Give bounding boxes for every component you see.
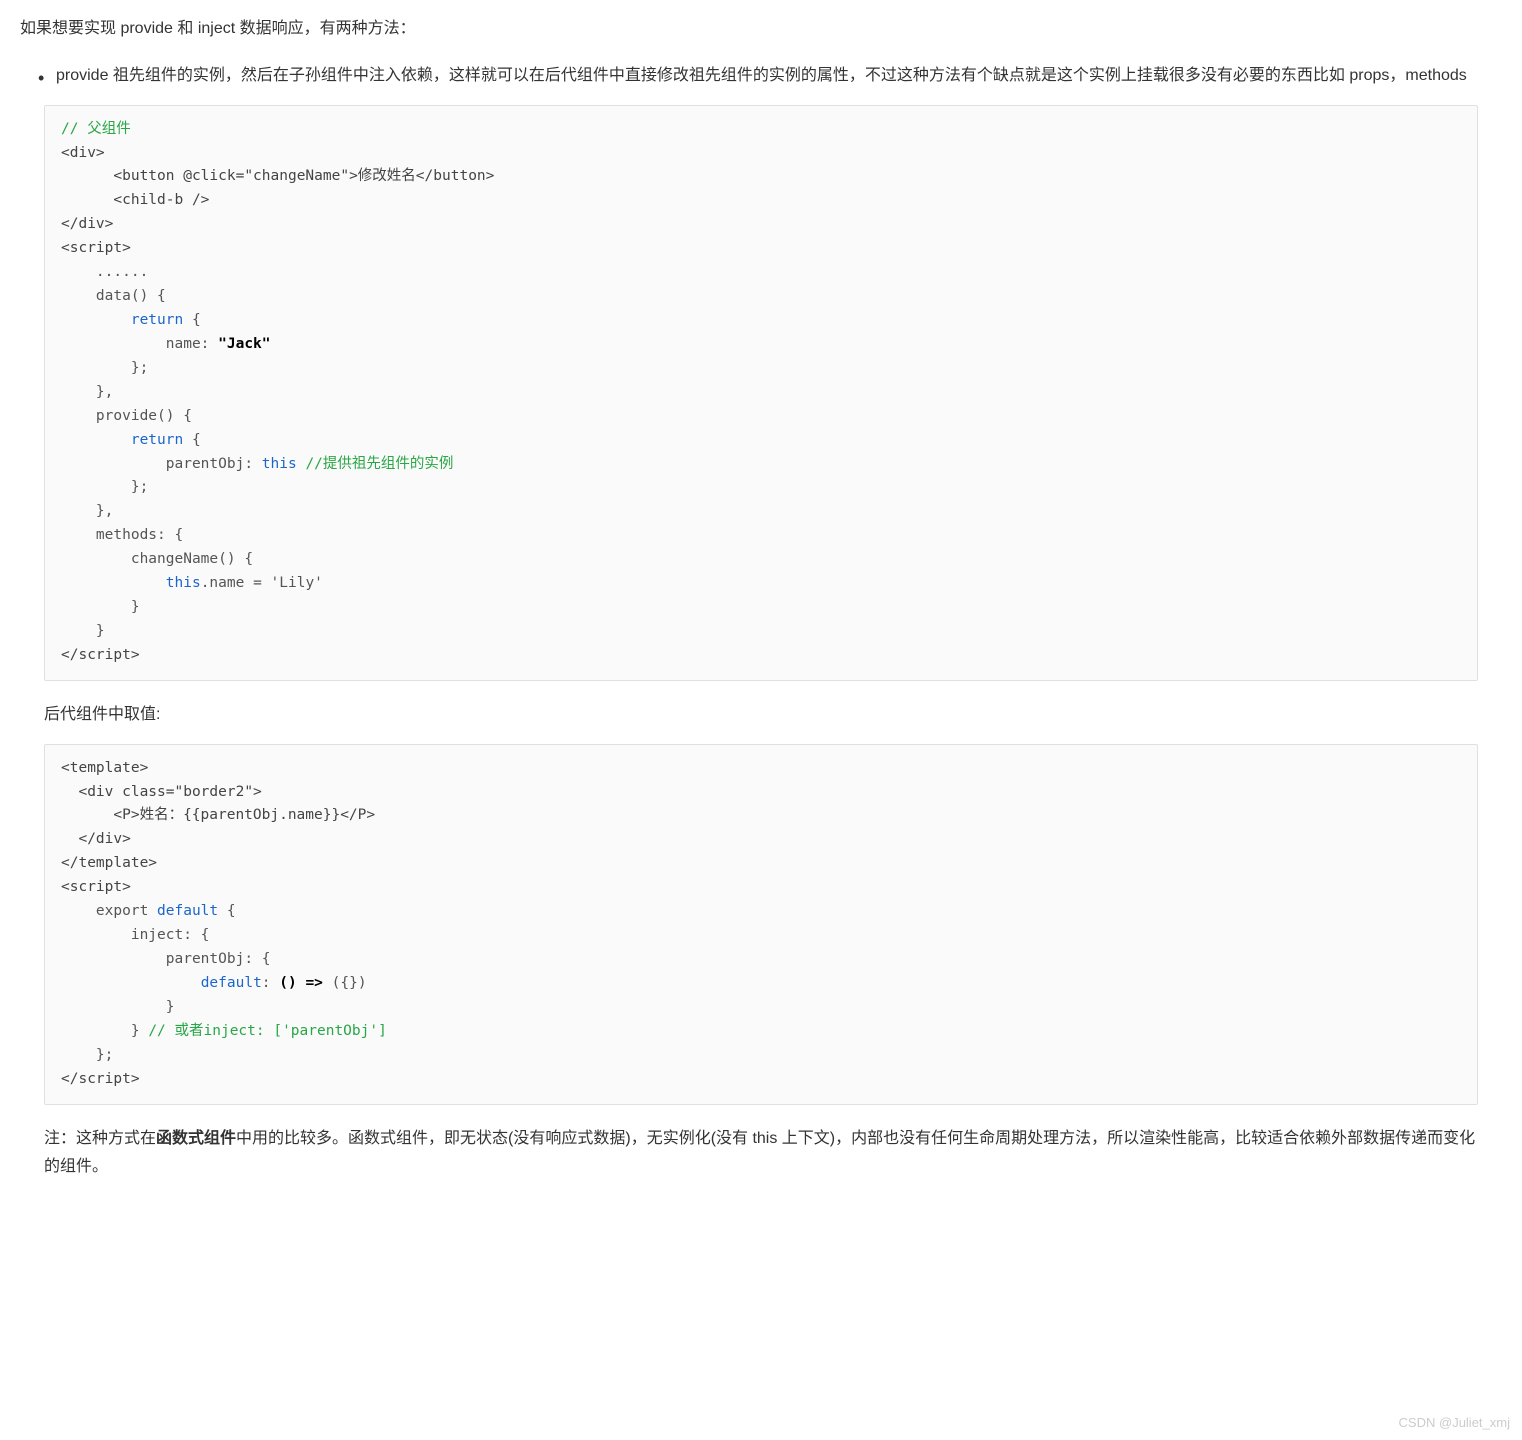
note-bold: 函数式组件 (156, 1130, 236, 1147)
note-prefix: 注：这种方式在 (44, 1130, 156, 1147)
code-line: }; (61, 479, 148, 495)
code-line: } (61, 623, 105, 639)
code-line: { (183, 432, 200, 448)
code-line: <button @click="changeName">修改姓名</button… (61, 168, 494, 184)
code-line: .name = 'Lily' (201, 575, 323, 591)
code-string: "Jack" (218, 336, 270, 352)
code-line: } (61, 999, 175, 1015)
code-line: <P>姓名：{{parentObj.name}}</P> (61, 807, 375, 823)
intro-paragraph: 如果想要实现 provide 和 inject 数据响应，有两种方法： (20, 15, 1502, 44)
code-line: : (262, 975, 279, 991)
code-line: { (183, 312, 200, 328)
code-keyword: default (201, 975, 262, 991)
code-comment: // 或者inject: ['parentObj'] (148, 1023, 387, 1039)
code-line: name: (61, 336, 218, 352)
code-keyword: return (131, 432, 183, 448)
code-line: <script> (61, 879, 131, 895)
code-block-descendant-component: <template> <div class="border2"> <P>姓名：{… (44, 744, 1478, 1105)
code-line: }, (61, 503, 113, 519)
watermark: CSDN @Juliet_xmj (1399, 1411, 1510, 1434)
code-line: { (218, 903, 235, 919)
method-item-1: provide 祖先组件的实例，然后在子孙组件中注入依赖，这样就可以在后代组件中… (38, 62, 1502, 91)
code-line: </div> (61, 216, 113, 232)
code-comment: //提供祖先组件的实例 (305, 456, 453, 472)
code-line: <script> (61, 240, 131, 256)
code-bold: () => (279, 975, 323, 991)
code-line: export (61, 903, 157, 919)
code-line: } (61, 1023, 148, 1039)
code-line: data() { (61, 288, 166, 304)
code-line: changeName() { (61, 551, 253, 567)
code-line: </script> (61, 647, 140, 663)
code-line: provide() { (61, 408, 192, 424)
code-line: inject: { (61, 927, 209, 943)
code-line: </div> (61, 831, 131, 847)
code-line: }; (61, 360, 148, 376)
code-line: <div class="border2"> (61, 784, 262, 800)
code-line: } (61, 599, 140, 615)
code-line: </script> (61, 1071, 140, 1087)
code-line: ...... (61, 264, 148, 280)
note-paragraph: 注：这种方式在函数式组件中用的比较多。函数式组件，即无状态(没有响应式数据)，无… (44, 1125, 1478, 1183)
code-line: </template> (61, 855, 157, 871)
code-line: ({}) (323, 975, 367, 991)
code-keyword: this (262, 456, 297, 472)
code-line: parentObj: (61, 456, 262, 472)
code-line: }, (61, 384, 113, 400)
sub-heading-descendant: 后代组件中取值: (44, 701, 1478, 730)
note-suffix: 中用的比较多。函数式组件，即无状态(没有响应式数据)，无实例化(没有 this … (44, 1130, 1475, 1176)
code-comment: // 父组件 (61, 121, 131, 137)
code-line: <template> (61, 760, 148, 776)
code-block-parent-component: // 父组件 <div> <button @click="changeName"… (44, 105, 1478, 681)
method-list: provide 祖先组件的实例，然后在子孙组件中注入依赖，这样就可以在后代组件中… (20, 62, 1502, 91)
code-keyword: this (166, 575, 201, 591)
code-keyword: default (157, 903, 218, 919)
code-line: <div> (61, 145, 105, 161)
code-keyword: return (131, 312, 183, 328)
code-line: }; (61, 1047, 113, 1063)
code-line: methods: { (61, 527, 183, 543)
code-line: <child-b /> (61, 192, 209, 208)
code-line: parentObj: { (61, 951, 271, 967)
